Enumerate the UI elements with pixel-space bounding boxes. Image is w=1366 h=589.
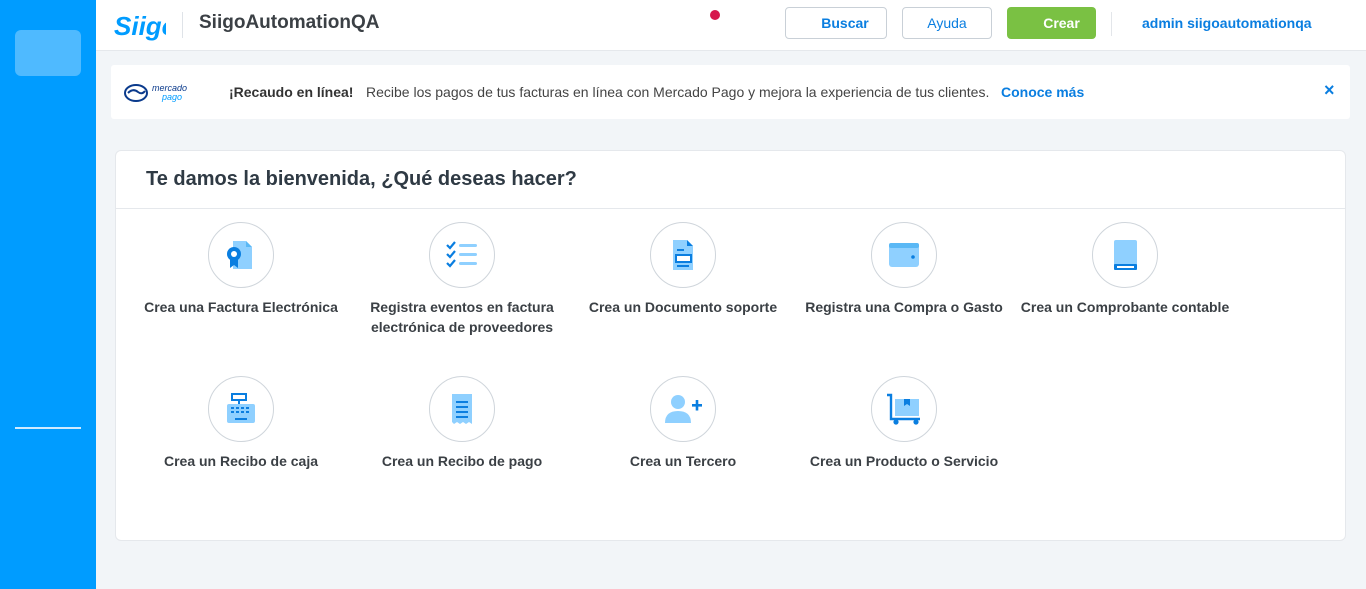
sidebar-divider — [15, 427, 81, 429]
action-create-accounting-voucher[interactable]: Crea un Comprobante contable — [1010, 222, 1240, 317]
help-button-label: Ayuda — [927, 15, 967, 31]
receipt-icon — [429, 376, 495, 442]
help-button[interactable]: Ayuda — [902, 7, 992, 39]
search-button-label: Buscar — [821, 15, 869, 31]
welcome-card-header: Te damos la bienvenida, ¿Qué deseas hace… — [116, 151, 1345, 209]
add-person-icon — [650, 376, 716, 442]
ledger-book-icon — [1092, 222, 1158, 288]
banner-text: Recibe los pagos de tus facturas en líne… — [366, 84, 990, 100]
brand-separator — [182, 12, 183, 38]
siigo-logo[interactable]: Siigo — [114, 6, 166, 42]
checklist-icon — [429, 222, 495, 288]
action-label: Crea un Comprobante contable — [1020, 299, 1230, 315]
action-label: Registra eventos en factura electrónica … — [370, 299, 554, 335]
user-menu[interactable]: admin siigoautomationqa — [1142, 15, 1312, 31]
action-label: Crea un Recibo de pago — [381, 453, 543, 469]
action-label: Crea un Documento soporte — [588, 299, 778, 315]
action-label: Crea un Tercero — [629, 453, 737, 469]
wallet-icon — [871, 222, 937, 288]
action-create-product-service[interactable]: Crea un Producto o Servicio — [789, 376, 1019, 471]
top-bar: Siigo SiigoAutomationQA Buscar Ayuda Cre… — [96, 0, 1366, 51]
create-button[interactable]: Crear — [1007, 7, 1096, 39]
action-label: Crea una Factura Electrónica — [144, 299, 338, 315]
mercado-pago-banner: mercado pago ¡Recaudo en línea! Recibe l… — [111, 65, 1350, 119]
search-button[interactable]: Buscar — [785, 7, 887, 39]
action-create-cash-receipt[interactable]: Crea un Recibo de caja — [126, 376, 356, 471]
action-label: Crea un Producto o Servicio — [809, 453, 999, 469]
action-create-third-party[interactable]: Crea un Tercero — [568, 376, 798, 471]
sidebar-home-button[interactable] — [15, 30, 81, 76]
action-label: Crea un Recibo de caja — [163, 453, 319, 469]
action-register-purchase-expense[interactable]: Registra una Compra o Gasto — [789, 222, 1019, 317]
action-label: Registra una Compra o Gasto — [805, 299, 1003, 315]
brand-text: Siigo — [114, 11, 166, 41]
mercado-pago-logo: mercado pago — [124, 83, 187, 102]
banner-title: ¡Recaudo en línea! — [229, 84, 354, 100]
user-separator — [1111, 12, 1112, 36]
create-button-label: Crear — [1043, 15, 1080, 31]
action-create-invoice[interactable]: Crea una Factura Electrónica — [126, 222, 356, 317]
mercado-pago-logo-text-2: pago — [161, 92, 182, 102]
company-name: SiigoAutomationQA — [199, 12, 380, 33]
cash-register-icon — [208, 376, 274, 442]
banner-close-icon[interactable]: × — [1324, 80, 1335, 101]
banner-learn-more-link[interactable]: Conoce más — [1001, 84, 1084, 100]
action-register-supplier-events[interactable]: Registra eventos en factura electrónica … — [347, 222, 577, 337]
sidebar — [0, 0, 96, 589]
action-create-support-document[interactable]: Crea un Documento soporte — [568, 222, 798, 317]
welcome-title: Te damos la bienvenida, ¿Qué deseas hace… — [146, 168, 577, 190]
document-icon — [650, 222, 716, 288]
action-create-payment-receipt[interactable]: Crea un Recibo de pago — [347, 376, 577, 471]
welcome-card: Te damos la bienvenida, ¿Qué deseas hace… — [115, 150, 1346, 541]
product-cart-icon — [871, 376, 937, 442]
invoice-icon — [208, 222, 274, 288]
notification-dot — [710, 10, 720, 20]
